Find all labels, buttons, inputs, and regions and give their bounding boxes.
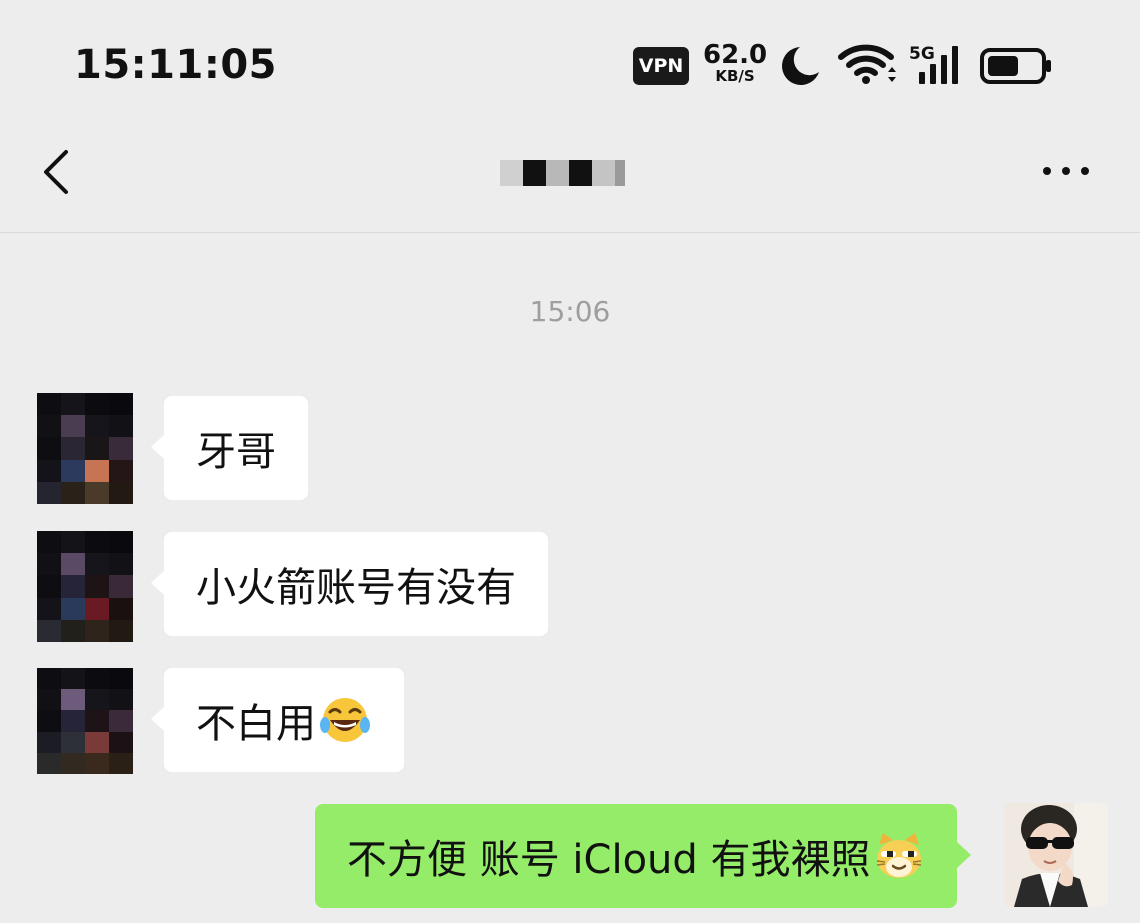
message-bubble-sent[interactable]: 不方便 账号 iCloud 有我裸照 <box>315 804 971 908</box>
message-bubble-received[interactable]: 不白用 <box>151 668 404 772</box>
network-speed-value: 62.0 <box>703 40 768 70</box>
message-bubble-received[interactable]: 牙哥 <box>151 396 308 500</box>
chevron-left-icon[interactable] <box>38 146 78 196</box>
message-text: 不方便 账号 iCloud 有我裸照 <box>347 837 871 883</box>
moon-icon <box>781 47 819 85</box>
smirk-cat-emoji <box>876 833 921 878</box>
status-bar: 15:11:05 VPN 62.0 KB/S 5G <box>0 0 1140 120</box>
more-dots-icon[interactable] <box>1040 164 1092 178</box>
battery-icon <box>980 48 1051 84</box>
contact-avatar[interactable] <box>37 531 133 642</box>
signal-icon: 5G <box>909 44 958 84</box>
my-avatar[interactable] <box>1004 803 1108 907</box>
wifi-icon <box>838 44 896 84</box>
message-bubble-received[interactable]: 小火箭账号有没有 <box>151 532 548 636</box>
contact-avatar[interactable] <box>37 668 133 774</box>
status-time: 15:11:05 <box>74 42 277 88</box>
chat-header <box>0 120 1140 233</box>
network-type-label: 5G <box>909 44 935 64</box>
avatar-photo <box>1004 803 1108 907</box>
message-text: 牙哥 <box>196 429 276 475</box>
network-speed: 62.0 KB/S <box>703 42 767 84</box>
message-text: 不白用 <box>196 701 316 747</box>
message-text: 小火箭账号有没有 <box>196 565 516 611</box>
vpn-badge: VPN <box>633 47 689 85</box>
contact-avatar[interactable] <box>37 393 133 504</box>
chat-title-redacted <box>500 160 628 186</box>
tears-of-joy-emoji <box>320 698 370 742</box>
message-timestamp: 15:06 <box>529 295 611 328</box>
network-speed-unit: KB/S <box>715 67 755 85</box>
